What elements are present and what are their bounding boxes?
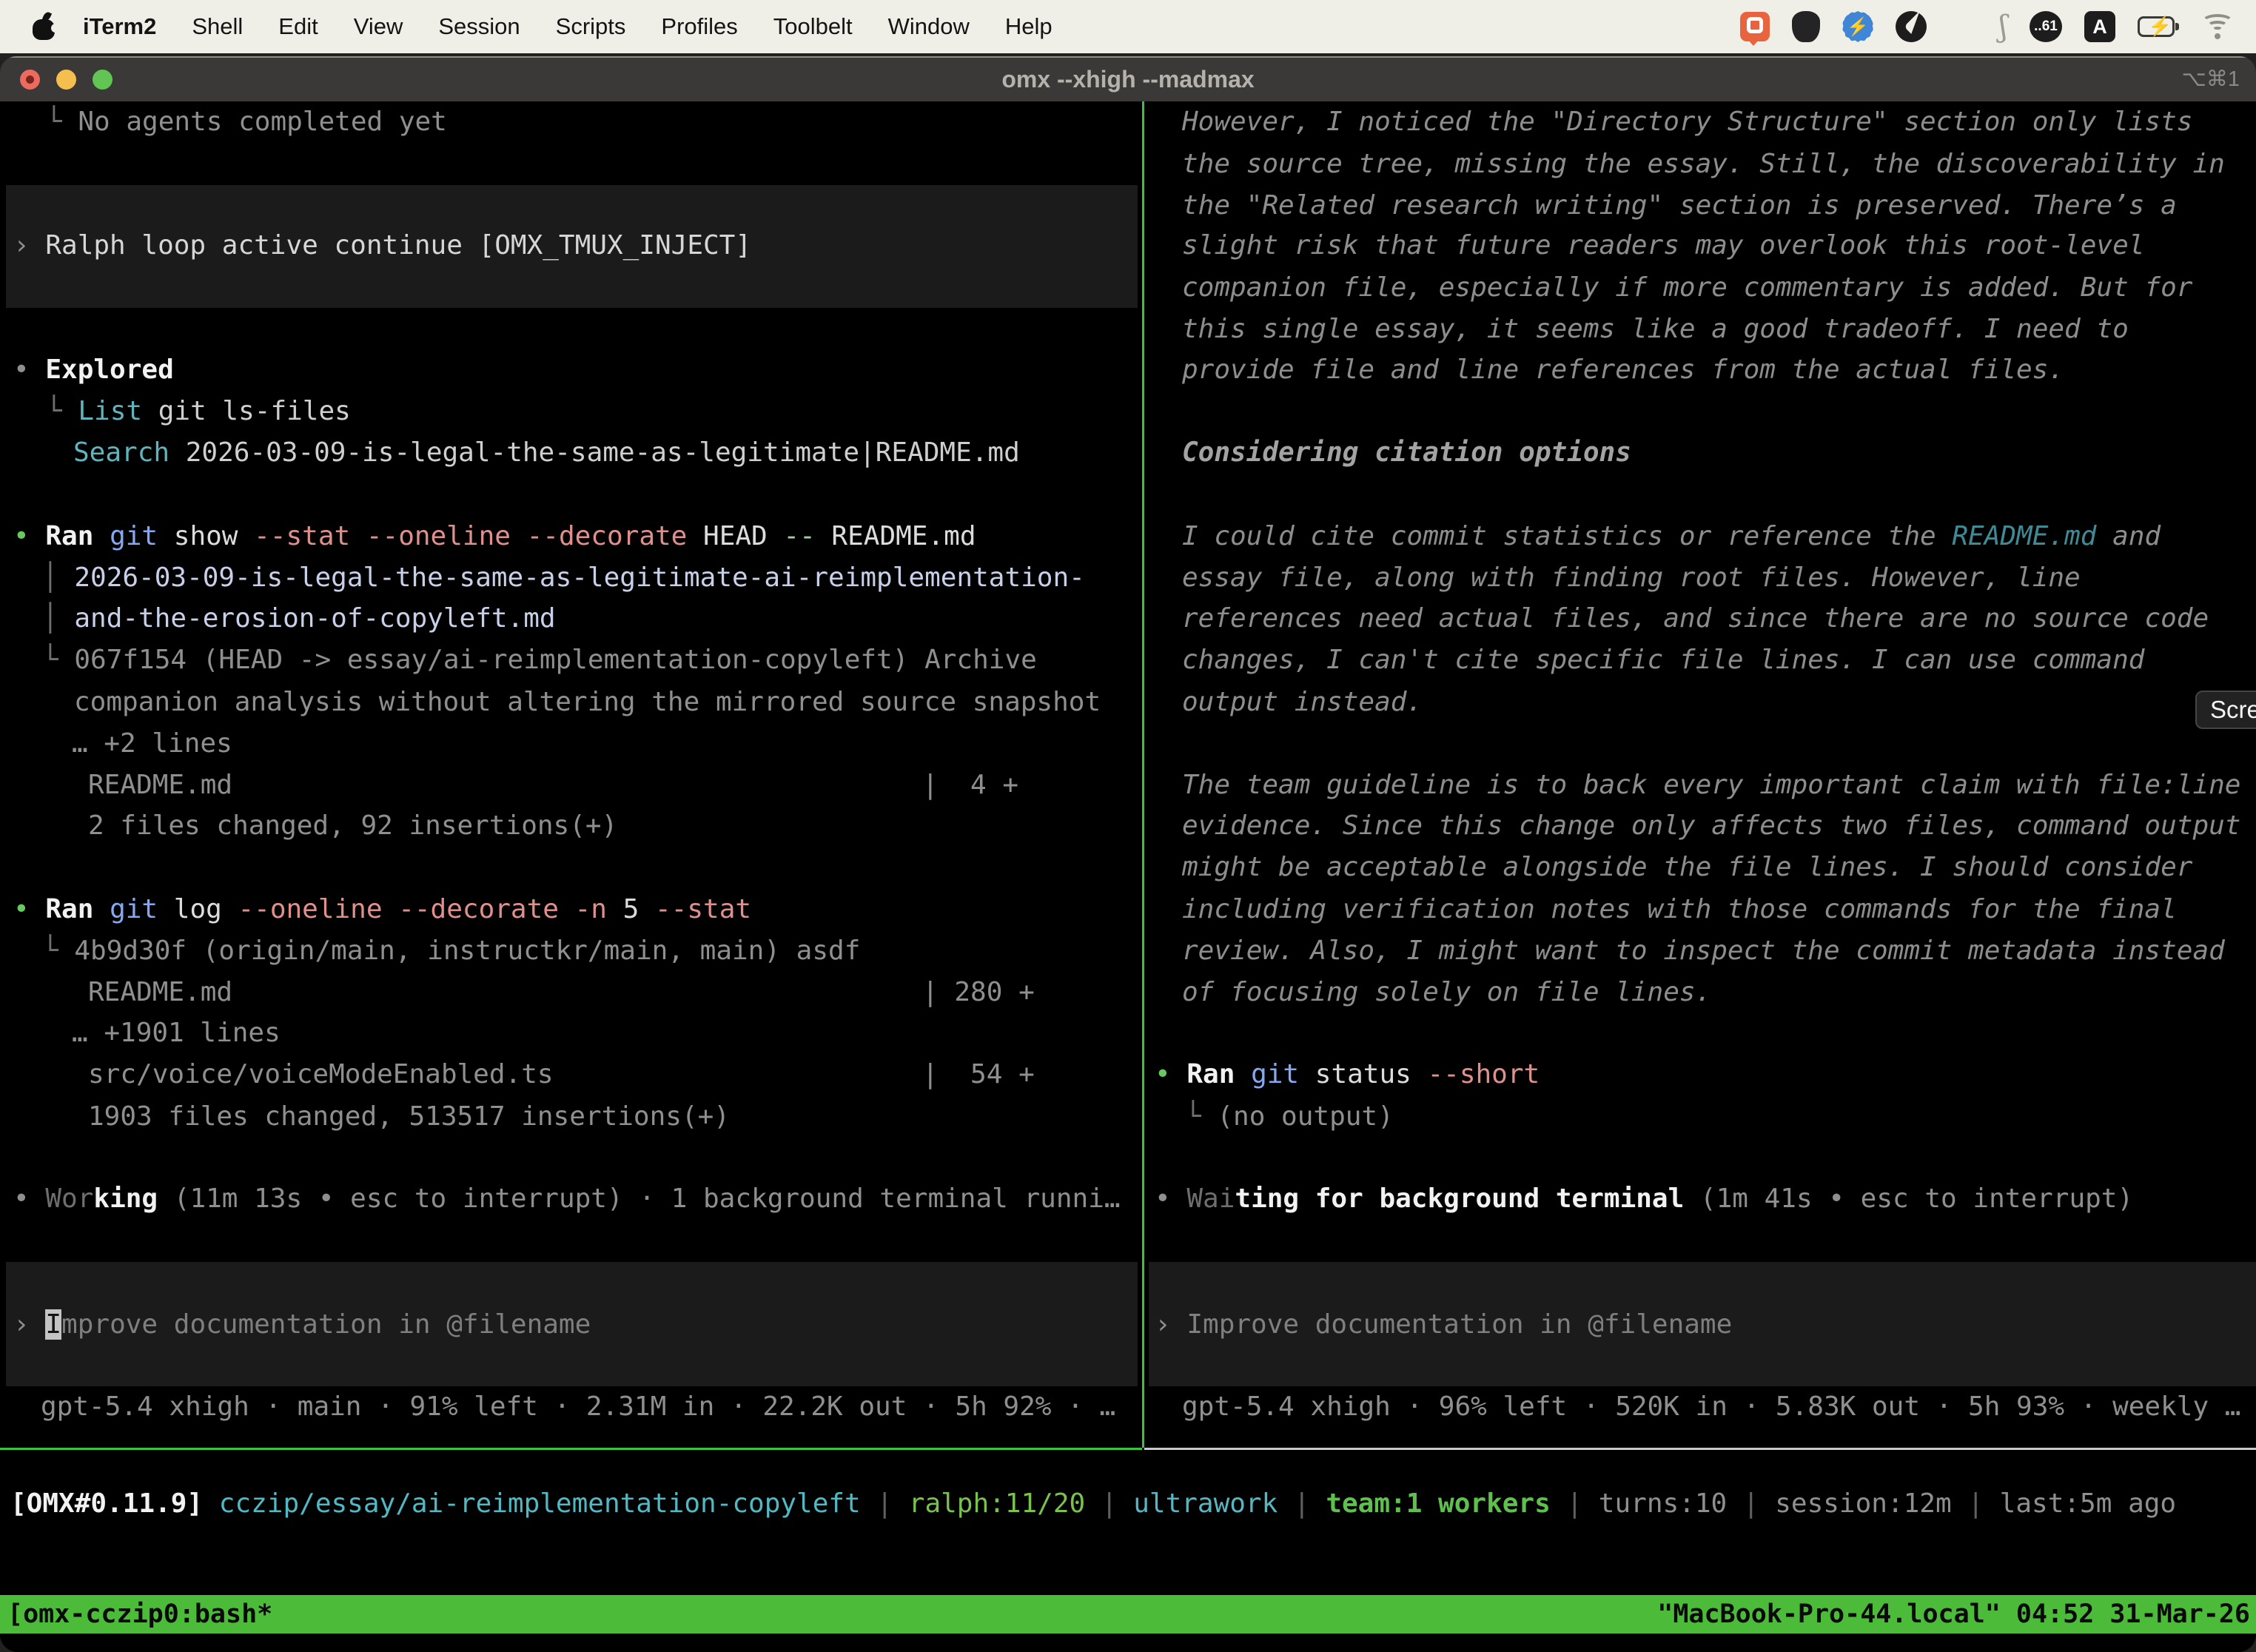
working-status: • Working (11m 13s • esc to interrupt) ·… (13, 1178, 1121, 1220)
thinking-para-2: output instead. (1182, 682, 1423, 723)
tmux-session-label: [omx-cczip0:bash* (7, 1599, 272, 1629)
shield-grid-icon[interactable] (1792, 11, 1820, 42)
thinking-para-3: might be acceptable alongside the file l… (1182, 847, 2192, 888)
git-log-more: … +1901 lines (72, 1013, 281, 1054)
git-show-stat: README.md | 4 + (88, 765, 1018, 806)
thinking-para-1: However, I noticed the "Directory Struct… (1182, 101, 2192, 143)
omx-status-line: [OMX#0.11.9] cczip/essay/ai-reimplementa… (10, 1483, 2176, 1525)
prompt-placeholder-right: › Improve documentation in @filename (1155, 1304, 1732, 1346)
explored-list: └ List git ls-files (46, 391, 351, 432)
thinking-para-3: evidence. Since this change only affects… (1182, 805, 2240, 847)
input-source-a-icon[interactable]: A (2084, 11, 2115, 42)
ran-git-status: • Ran git status --short (1155, 1054, 1540, 1095)
blue-badge-icon[interactable]: ⚡ (1842, 11, 1873, 42)
window-title: omx --xhigh --madmax (0, 57, 2256, 102)
thinking-para-3: The team guideline is to back every impo… (1182, 765, 2240, 806)
thinking-para-1: companion file, especially if more comme… (1182, 267, 2192, 309)
menu-item-help[interactable]: Help (987, 0, 1070, 53)
thinking-para-1: slight risk that future readers may over… (1182, 225, 2144, 266)
model-status-right: gpt-5.4 xhigh · 96% left · 520K in · 5.8… (1182, 1386, 2240, 1428)
thinking-para-2: I could cite commit statistics or refere… (1182, 516, 2161, 557)
git-log-stat-2: src/voice/voiceModeEnabled.ts | 54 + (88, 1054, 1035, 1095)
waiting-status: • Waiting for background terminal (1m 41… (1155, 1178, 2133, 1220)
git-log-commit: └ 4b9d30f (origin/main, instructkr/main,… (42, 930, 860, 972)
git-show-commit: └ 067f154 (HEAD -> essay/ai-reimplementa… (42, 639, 1037, 681)
menu-item-session[interactable]: Session (420, 0, 537, 53)
thinking-para-1: provide file and line references from th… (1182, 349, 2064, 391)
wifi-icon[interactable] (2201, 14, 2234, 39)
squiggle-icon[interactable]: ʃ (1999, 12, 2007, 41)
menu-bar-left: iTerm2 Shell Edit View Session Scripts P… (0, 0, 1070, 53)
thinking-para-3: including verification notes with those … (1182, 889, 2177, 930)
iterm2-window: omx --xhigh --madmax ⌥⌘1 └ No agents com… (0, 56, 2256, 1652)
thinking-para-2: essay file, along with finding root file… (1182, 557, 2081, 599)
menu-item-view[interactable]: View (336, 0, 421, 53)
pane-divider-vertical[interactable] (1142, 101, 1144, 1448)
menu-bar: iTerm2 Shell Edit View Session Scripts P… (0, 0, 2256, 53)
screen-indicator-tooltip[interactable]: Scre (2195, 691, 2256, 729)
thinking-para-3: of focusing solely on file lines. (1182, 972, 1711, 1013)
model-status-left: gpt-5.4 xhigh · main · 91% left · 2.31M … (41, 1386, 1115, 1428)
battery-charging-icon[interactable]: ⚡ (2138, 16, 2179, 37)
ran-git-log: • Ran git log --oneline --decorate -n 5 … (13, 889, 751, 930)
apple-menu-icon[interactable] (33, 13, 55, 40)
menu-item-edit[interactable]: Edit (261, 0, 335, 53)
dots-grid-icon[interactable] (1949, 13, 1977, 41)
menu-item-scripts[interactable]: Scripts (538, 0, 644, 53)
prompt-placeholder-left: › Improve documentation in @filename (13, 1304, 591, 1346)
git-show-more: … +2 lines (72, 723, 232, 765)
git-status-output: └ (no output) (1185, 1096, 1394, 1138)
menu-item-window[interactable]: Window (870, 0, 987, 53)
left-pane-bottom-border (0, 1448, 1142, 1450)
thinking-para-1: the "Related research writing" section i… (1182, 185, 2177, 226)
explored-search: Search 2026-03-09-is-legal-the-same-as-l… (73, 432, 1020, 474)
thinking-para-1: the source tree, missing the essay. Stil… (1182, 144, 2225, 185)
menu-bar-status-area: ⚡ ʃ ..61 A ⚡ (1740, 11, 2256, 42)
right-pane-bottom-border (1144, 1448, 2256, 1450)
git-show-file-1: │ 2026-03-09-is-legal-the-same-as-legiti… (42, 557, 1085, 599)
thinking-para-3: review. Also, I might want to inspect th… (1182, 930, 2225, 972)
badge-61-icon[interactable]: ..61 (2030, 11, 2062, 42)
ran-git-show: • Ran git show --stat --oneline --decora… (13, 516, 976, 557)
chat-app-icon[interactable] (1740, 12, 1770, 41)
menu-item-iterm2[interactable]: iTerm2 (65, 0, 174, 53)
git-show-commit-2: companion analysis without altering the … (74, 682, 1101, 723)
tmux-host-clock-label: "MacBook-Pro-44.local" 04:52 31-Mar-26 (1657, 1599, 2250, 1629)
explored-header: • Explored (13, 349, 174, 391)
terminal-area[interactable]: └ No agents completed yet › Ralph loop ac… (0, 101, 2256, 1652)
thinking-para-2: changes, I can't cite specific file line… (1182, 639, 2144, 681)
tmux-status-bar: [omx-cczip0:bash* "MacBook-Pro-44.local"… (0, 1595, 2256, 1633)
agents-status-line: └ No agents completed yet (46, 101, 447, 143)
thinking-heading: Considering citation options (1182, 432, 1631, 474)
dark-disc-icon[interactable] (1896, 11, 1927, 42)
window-title-bar[interactable]: omx --xhigh --madmax ⌥⌘1 (0, 56, 2256, 101)
git-log-stat-1: README.md | 280 + (88, 972, 1035, 1013)
thinking-para-2: references need actual files, and since … (1182, 598, 2209, 639)
menu-item-shell[interactable]: Shell (174, 0, 261, 53)
menu-item-profiles[interactable]: Profiles (643, 0, 755, 53)
git-log-summary: 1903 files changed, 513517 insertions(+) (88, 1096, 730, 1138)
window-shortcut-badge: ⌥⌘1 (2181, 57, 2240, 102)
thinking-para-1: this single essay, it seems like a good … (1182, 309, 2129, 350)
git-show-summary: 2 files changed, 92 insertions(+) (88, 805, 617, 847)
git-show-file-2: │ and-the-erosion-of-copyleft.md (42, 598, 556, 639)
inject-prompt-line: › Ralph loop active continue [OMX_TMUX_I… (13, 225, 751, 266)
menu-item-toolbelt[interactable]: Toolbelt (756, 0, 870, 53)
